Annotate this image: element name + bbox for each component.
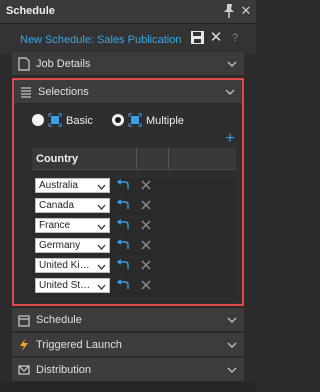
section-label: Schedule <box>36 314 82 326</box>
table-row: Canada <box>32 198 236 217</box>
chevron-down-icon[interactable] <box>224 86 236 98</box>
grid-header: Country <box>32 148 236 170</box>
country-dropdown[interactable]: Germany <box>35 238 110 253</box>
chevron-down-icon[interactable] <box>226 364 238 376</box>
table-row: France <box>32 218 236 237</box>
dropdown-value: United Kingdom <box>39 260 94 271</box>
country-dropdown[interactable]: Canada <box>35 198 110 213</box>
title-bar: Schedule ✕ <box>0 0 256 24</box>
schedule-name[interactable]: New Schedule: Sales Publication <box>20 34 181 46</box>
column-header-country: Country <box>36 153 79 165</box>
undo-icon[interactable] <box>116 259 130 271</box>
country-dropdown[interactable]: United States <box>35 278 110 293</box>
chevron-down-icon <box>97 282 106 290</box>
job-details-icon <box>18 57 30 71</box>
help-icon[interactable]: ? <box>229 31 241 45</box>
section-triggered-launch[interactable]: Triggered Launch <box>12 333 244 357</box>
section-label: Selections <box>38 86 89 98</box>
table-row: United States <box>32 278 236 297</box>
lightning-icon <box>18 338 30 352</box>
chevron-down-icon <box>97 202 106 210</box>
add-row-button[interactable]: + <box>223 131 237 147</box>
chevron-down-icon <box>97 242 106 250</box>
chevron-down-icon <box>97 262 106 270</box>
delete-icon[interactable] <box>140 239 152 251</box>
country-dropdown[interactable]: Australia <box>35 178 110 193</box>
panel-footer <box>0 382 256 392</box>
chevron-down-icon[interactable] <box>226 314 238 326</box>
dropdown-value: United States <box>39 280 94 291</box>
mode-radio-group: Basic Multiple <box>32 112 232 130</box>
window-close-icon[interactable]: ✕ <box>240 4 252 18</box>
section-schedule[interactable]: Schedule <box>12 308 244 332</box>
undo-icon[interactable] <box>116 199 130 211</box>
chevron-down-icon <box>97 222 106 230</box>
table-row: Australia <box>32 178 236 197</box>
dropdown-value: Germany <box>39 240 81 251</box>
save-icon[interactable] <box>190 30 205 45</box>
multiple-radio[interactable] <box>112 114 124 126</box>
table-row: United Kingdom <box>32 258 236 277</box>
delete-icon[interactable] <box>140 219 152 231</box>
section-label: Triggered Launch <box>36 339 122 351</box>
dropdown-value: Australia <box>39 180 78 191</box>
undo-icon[interactable] <box>116 239 130 251</box>
distribution-icon <box>18 363 30 377</box>
section-selections[interactable]: Selections <box>14 80 242 104</box>
column-divider <box>168 148 169 170</box>
selections-grid: Country Australia Canada France Germany … <box>32 148 236 298</box>
table-row: Germany <box>32 238 236 257</box>
chevron-down-icon <box>97 182 106 190</box>
country-dropdown[interactable]: United Kingdom <box>35 258 110 273</box>
window-title: Schedule <box>6 5 55 17</box>
selections-panel: Selections Basic Multiple + Country Aust… <box>12 78 244 306</box>
undo-icon[interactable] <box>116 219 130 231</box>
pin-icon[interactable] <box>222 3 236 19</box>
section-label: Job Details <box>36 58 91 70</box>
basic-radio[interactable] <box>32 114 44 126</box>
schedule-header: New Schedule: Sales Publication ✕ ? <box>0 24 256 54</box>
radio-selected-dot <box>115 117 121 123</box>
close-schedule-icon[interactable]: ✕ <box>209 30 223 46</box>
multiple-mode-icon <box>128 113 142 127</box>
undo-icon[interactable] <box>116 279 130 291</box>
dropdown-value: Canada <box>39 200 75 211</box>
chevron-down-icon[interactable] <box>226 58 238 70</box>
chevron-down-icon[interactable] <box>226 339 238 351</box>
country-dropdown[interactable]: France <box>35 218 110 233</box>
dropdown-value: France <box>39 220 71 231</box>
delete-icon[interactable] <box>140 179 152 191</box>
list-icon <box>20 85 32 99</box>
calendar-icon <box>18 313 30 327</box>
section-job-details[interactable]: Job Details <box>12 52 244 76</box>
section-distribution[interactable]: Distribution <box>12 358 244 382</box>
delete-icon[interactable] <box>140 259 152 271</box>
section-label: Distribution <box>36 364 92 376</box>
delete-icon[interactable] <box>140 199 152 211</box>
column-divider <box>136 148 137 170</box>
basic-mode-icon <box>48 113 62 127</box>
undo-icon[interactable] <box>116 179 130 191</box>
multiple-label: Multiple <box>146 115 184 127</box>
basic-label: Basic <box>66 115 93 127</box>
delete-icon[interactable] <box>140 279 152 291</box>
